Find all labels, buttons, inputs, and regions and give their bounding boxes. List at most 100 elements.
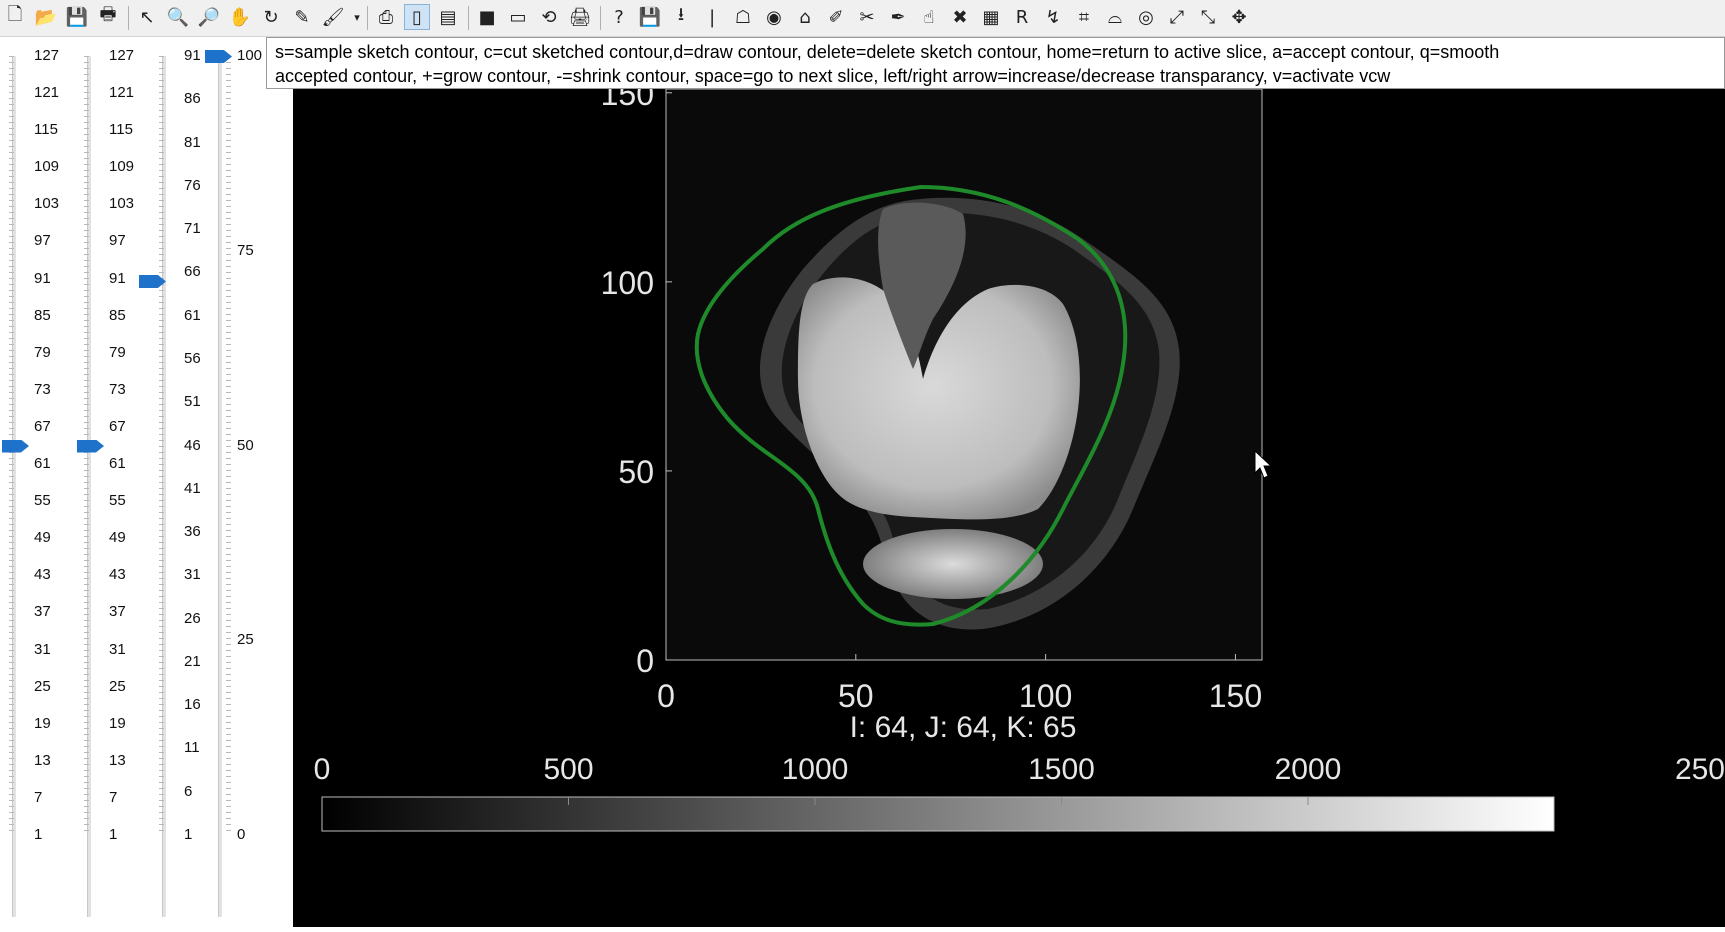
image-figure[interactable]: 0 50 100 150 150 100 50 0 I: 64, J: 64, K: 65 … (293, 76, 1725, 927)
rotate-arrows-icon[interactable]: ⟲ (536, 4, 562, 30)
r-icon[interactable]: R (1009, 4, 1035, 30)
slider-tick (159, 740, 164, 741)
slider-tick (159, 506, 164, 507)
pan-hand-icon[interactable]: ✋ (227, 4, 253, 30)
save-icon[interactable]: 💾 (64, 4, 90, 30)
toolbar-separator (367, 6, 368, 30)
slider-4[interactable]: 100 75 50 25 0 (205, 38, 265, 927)
slider-tick (159, 584, 164, 585)
shrink-icon[interactable]: ⤡ (1195, 4, 1221, 30)
slider-tick (9, 188, 14, 189)
slider-tick (84, 566, 89, 567)
slider-tick (159, 698, 164, 699)
y-tick-label: 50 (618, 454, 654, 490)
rotate-3d-icon[interactable]: ↻ (258, 4, 284, 30)
slider-tick (9, 254, 14, 255)
eyedropper-icon[interactable]: ✐ (823, 4, 849, 30)
slider-tick (226, 458, 231, 459)
slider-tick (84, 428, 89, 429)
expand-icon[interactable]: ⤢ (1164, 4, 1190, 30)
slider-tick (159, 452, 164, 453)
hand-icon[interactable]: ☝ (916, 4, 942, 30)
slider-tick (9, 464, 14, 465)
link-plot-icon[interactable]: ⎙ (373, 4, 399, 30)
slider-tick (9, 632, 14, 633)
slider-tick (159, 428, 164, 429)
colorbar[interactable] (321, 796, 1555, 832)
slider-tick (9, 530, 14, 531)
slider-label: 71 (184, 220, 201, 238)
slider-tick (9, 68, 14, 69)
image-icon[interactable]: ▦ (978, 4, 1004, 30)
scissors-icon[interactable]: ✂ (854, 4, 880, 30)
dropdown-arrow-icon[interactable]: ▾ (351, 4, 363, 30)
slider-tick (226, 176, 231, 177)
slider-tick (9, 458, 14, 459)
slider-tick (159, 488, 164, 489)
slider-tick (226, 452, 231, 453)
slider-tick (226, 512, 231, 513)
slider-tick (159, 788, 164, 789)
slider-tick (226, 614, 231, 615)
save-disk-icon[interactable]: 💾 (637, 4, 663, 30)
help-icon[interactable]: ? (606, 4, 632, 30)
pen-icon[interactable]: ✒ (885, 4, 911, 30)
slider-label: 1 (34, 826, 43, 843)
slider-tick (159, 326, 164, 327)
slider-tick (84, 128, 89, 129)
pointer-icon[interactable]: ↖ (134, 4, 160, 30)
measure-icon[interactable]: ⌓ (1102, 4, 1128, 30)
slider-tick (226, 152, 231, 153)
data-cursor-icon[interactable]: ✎ (289, 4, 315, 30)
colorbar-toggle-icon[interactable]: ▯ (404, 4, 430, 30)
slider-tick (226, 98, 231, 99)
slider-2[interactable]: 127 121 115 109 103 97 91 85 79 73 67 61 55 49 43 37 31 2… (75, 38, 145, 927)
slider-tick (84, 56, 89, 57)
download-icon[interactable]: ⭳ (668, 4, 694, 30)
slider-label: 103 (34, 195, 60, 213)
move-icon[interactable]: ✥ (1226, 4, 1252, 30)
slider-label: 55 (109, 492, 126, 510)
slider-1[interactable]: 127 121 115 109 103 97 91 85 79 73 67 61 55 49 43 37 31 2… (0, 38, 70, 927)
slider-3[interactable]: 91 86 81 76 71 66 61 56 51 46 41 36 31 26 21 16 11 6 1 (139, 38, 220, 927)
lasso-icon[interactable]: ◎ (1133, 4, 1159, 30)
slider-tick (159, 92, 164, 93)
slider-tick (9, 158, 14, 159)
slider-tick (226, 326, 231, 327)
slider-tick (159, 188, 164, 189)
slider-track[interactable] (218, 56, 222, 917)
lock-icon[interactable]: ☖ (730, 4, 756, 30)
slider-tick (159, 302, 164, 303)
slider-tick (159, 98, 164, 99)
slider-tick (9, 638, 14, 639)
slider-tick (226, 386, 231, 387)
open-folder-icon[interactable]: 📂 (33, 4, 59, 30)
slider-tick (9, 272, 14, 273)
new-file-icon[interactable]: 🗋 (2, 4, 28, 30)
brush-icon[interactable]: 🖌 (320, 4, 346, 30)
slider-label: 1 (184, 826, 193, 843)
contour-icon[interactable]: ↯ (1040, 4, 1066, 30)
image-axes[interactable] (665, 88, 1263, 661)
slider-tick (159, 614, 164, 615)
print-red-icon[interactable]: 🖨 (567, 4, 593, 30)
print-icon[interactable]: 🖶 (95, 4, 121, 30)
close-x-icon[interactable]: ✖ (947, 4, 973, 30)
stop-icon[interactable]: ■ (474, 4, 500, 30)
slider-tick (84, 806, 89, 807)
zoom-in-icon[interactable]: 🔍 (165, 4, 191, 30)
pin-icon[interactable]: ❘ (699, 4, 725, 30)
slider-thumb[interactable] (2, 439, 29, 453)
window-icon[interactable]: ▭ (505, 4, 531, 30)
crop-icon[interactable]: ⌗ (1071, 4, 1097, 30)
slider-thumb[interactable] (77, 439, 104, 453)
zoom-out-icon[interactable]: 🔎 (196, 4, 222, 30)
slider-tick (84, 626, 89, 627)
slider-tick (226, 278, 231, 279)
eye-icon[interactable]: ◉ (761, 4, 787, 30)
legend-toggle-icon[interactable]: ▤ (435, 4, 461, 30)
slider-tick (159, 68, 164, 69)
home-icon[interactable]: ⌂ (792, 4, 818, 30)
slider-label: 85 (109, 306, 126, 324)
slider-tick (226, 368, 231, 369)
